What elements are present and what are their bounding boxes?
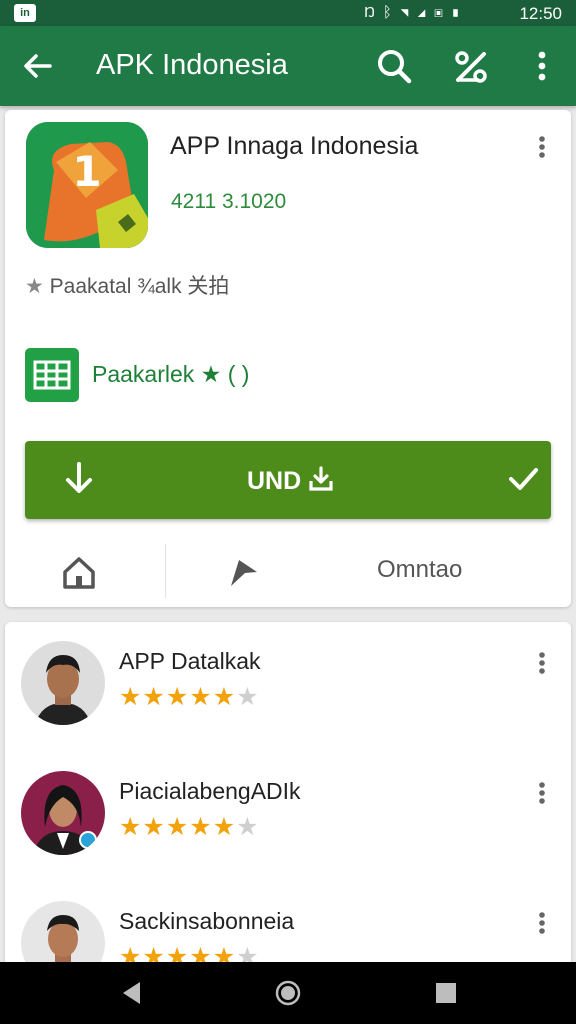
nav-recents-icon[interactable] xyxy=(432,979,460,1007)
share-icon[interactable] xyxy=(450,46,490,86)
star-rating: ★★★★★★ xyxy=(119,682,260,712)
data-icon: ▣ xyxy=(433,4,451,21)
app-bar: APK Indonesia xyxy=(0,26,576,106)
nfc-icon: Ŋ xyxy=(364,4,383,21)
promo-line: Paakarlek ★ ( ) xyxy=(92,361,249,388)
star-icon: ★ xyxy=(236,683,260,711)
reviewer-name: PiacialabengADIk xyxy=(119,778,301,804)
list-item[interactable]: APP Datalkak ★★★★★★ xyxy=(5,622,571,742)
avatar xyxy=(21,771,105,855)
star-icon: ★ xyxy=(189,813,213,841)
page-title: APK Indonesia xyxy=(96,49,288,81)
action-divider xyxy=(165,544,166,598)
reviews-card: APP Datalkak ★★★★★★ PiacialabengADIk ★★★… xyxy=(5,622,571,982)
more-options-link[interactable]: Omntao xyxy=(377,556,462,584)
app-more-icon[interactable] xyxy=(530,132,554,162)
wifi-icon: ◥ xyxy=(399,4,417,21)
notification-app-icon: in xyxy=(14,4,36,22)
back-arrow-icon[interactable] xyxy=(20,48,56,84)
list-item[interactable]: PiacialabengADIk ★★★★★★ xyxy=(5,752,571,872)
star-icon: ★ xyxy=(165,683,190,711)
review-more-icon[interactable] xyxy=(530,648,554,678)
status-time: 12:50 xyxy=(519,4,562,23)
star-icon: ★ xyxy=(212,813,237,841)
star-icon: ★ xyxy=(212,683,237,711)
review-more-icon[interactable] xyxy=(530,908,554,938)
star-icon: ★ xyxy=(236,813,260,841)
nav-home-icon[interactable] xyxy=(274,979,302,1007)
download-tray-icon xyxy=(309,466,333,491)
home-icon[interactable] xyxy=(61,554,97,590)
bluetooth-icon: ᛒ xyxy=(382,4,400,21)
status-bar: in Ŋᛒ◥◢▣▮ 12:50 xyxy=(0,0,576,26)
star-icon: ★ xyxy=(165,813,190,841)
rating-text: Paakatal ¾alk 关拍 xyxy=(49,275,230,298)
app-details-card: 1 APP Innaga Indonesia 4211 3.1020 ★ Paa… xyxy=(5,110,571,607)
star-rating: ★★★★★★ xyxy=(119,812,260,842)
download-arrow-icon xyxy=(59,460,99,500)
app-name: APP Innaga Indonesia xyxy=(170,132,419,160)
star-icon: ★ xyxy=(142,813,166,841)
status-icons: Ŋᛒ◥◢▣▮ xyxy=(364,4,468,21)
promo-label: Paakarlek xyxy=(92,361,195,387)
send-icon[interactable] xyxy=(225,554,261,590)
avatar xyxy=(21,641,105,725)
star-icon: ★ xyxy=(119,813,143,841)
check-icon xyxy=(505,461,541,497)
action-row: Omntao xyxy=(5,542,571,602)
search-icon[interactable] xyxy=(374,46,414,86)
spreadsheet-icon xyxy=(25,348,79,402)
app-version: 4211 3.1020 xyxy=(171,190,287,213)
install-label: UND xyxy=(247,466,334,496)
promo-star-icon: ★ xyxy=(200,361,222,387)
more-vert-icon[interactable] xyxy=(528,46,556,86)
battery-icon: ▮ xyxy=(450,4,468,21)
promo-suffix: ( ) xyxy=(227,361,250,387)
svg-text:1: 1 xyxy=(72,147,101,196)
star-icon: ★ xyxy=(119,683,143,711)
nav-back-icon[interactable] xyxy=(118,979,146,1007)
star-icon: ★ xyxy=(142,683,166,711)
rating-summary: ★ Paakatal ¾alk 关拍 xyxy=(25,270,229,300)
star-icon: ★ xyxy=(25,275,44,298)
app-logo: 1 xyxy=(26,122,148,248)
reviewer-name: APP Datalkak xyxy=(119,648,261,674)
reviewer-name: Sackinsabonneia xyxy=(119,908,295,934)
install-button[interactable]: UND xyxy=(25,441,551,519)
signal-icon: ◢ xyxy=(416,4,434,21)
review-more-icon[interactable] xyxy=(530,778,554,808)
star-icon: ★ xyxy=(189,683,213,711)
navigation-bar xyxy=(0,962,576,1024)
